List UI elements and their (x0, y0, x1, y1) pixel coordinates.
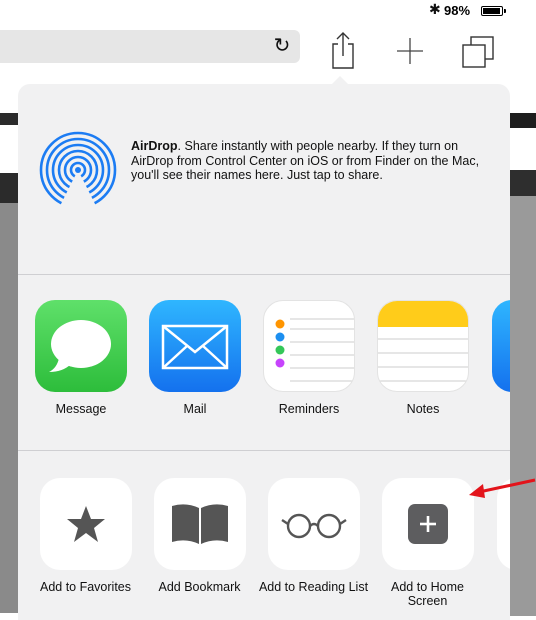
annotation-arrow-icon (469, 478, 536, 498)
action-label: Add to Favorites (39, 580, 131, 594)
battery-tip (504, 9, 506, 13)
action-add-to-favorites[interactable]: Add to Favorites (28, 478, 143, 594)
action-label: Add to Reading List (258, 580, 369, 594)
airdrop-description: AirDrop. Share instantly with people nea… (131, 139, 483, 183)
divider (18, 450, 510, 451)
book-icon (153, 478, 246, 570)
action-label: Add Bookmark (158, 580, 241, 594)
action-label: Add to Home Screen (391, 580, 464, 608)
share-icon[interactable] (330, 30, 356, 70)
battery-icon (481, 6, 503, 16)
share-sheet: AirDrop. Share instantly with people nea… (18, 84, 510, 620)
glasses-icon (267, 478, 360, 570)
app-reminders[interactable]: Reminders (253, 300, 365, 416)
divider (18, 274, 510, 275)
reload-icon[interactable]: ↻ (271, 33, 293, 58)
app-mail[interactable]: Mail (139, 300, 251, 416)
background-page (0, 113, 18, 125)
star-icon (39, 478, 132, 570)
app-notes[interactable]: Notes (367, 300, 479, 416)
background-page (0, 173, 18, 203)
app-label: Mail (183, 402, 207, 416)
background-page (0, 203, 18, 613)
background-page (510, 196, 536, 616)
app-label: Message (55, 402, 107, 416)
address-bar[interactable] (0, 30, 300, 63)
app-message[interactable]: Message (25, 300, 137, 416)
status-bar: ✱ 98% (0, 0, 536, 20)
reminders-icon (263, 300, 355, 392)
add-square-icon (381, 478, 474, 570)
airdrop-body: . Share instantly with people nearby. If… (131, 139, 480, 182)
action-add-to-reading-list[interactable]: Add to Reading List (256, 478, 371, 594)
mail-icon (149, 300, 241, 392)
background-page (510, 113, 536, 128)
app-label: Reminders (278, 402, 340, 416)
airdrop-title: AirDrop (131, 139, 178, 153)
background-page (510, 170, 536, 196)
bluetooth-icon: ✱ (429, 1, 441, 17)
tabs-icon[interactable] (461, 35, 495, 69)
app-partial-icon[interactable] (492, 300, 510, 392)
app-label: Notes (406, 402, 440, 416)
message-icon (35, 300, 127, 392)
airdrop-icon (39, 131, 117, 209)
plus-icon[interactable] (395, 36, 425, 66)
battery-percent: 98% (444, 3, 471, 18)
notes-icon (377, 300, 469, 392)
action-add-bookmark[interactable]: Add Bookmark (142, 478, 257, 594)
